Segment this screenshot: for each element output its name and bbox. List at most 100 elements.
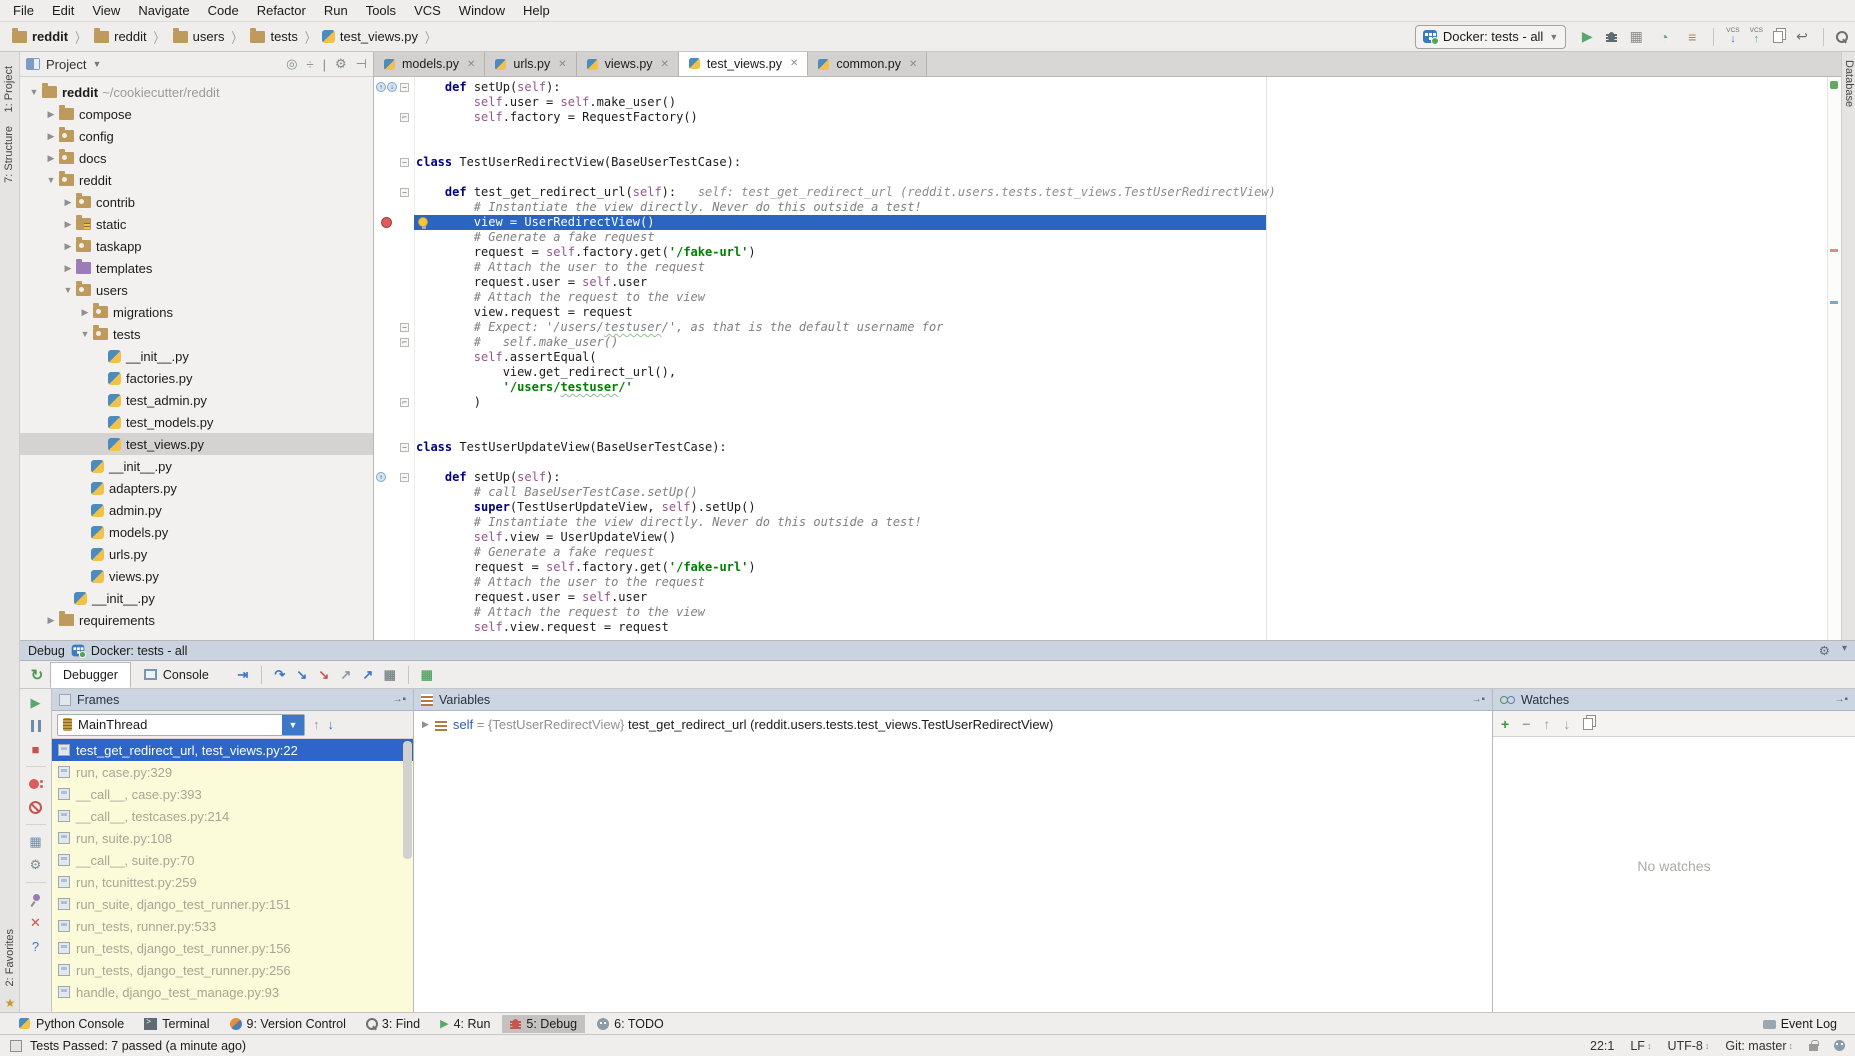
tree-item-test_models.py[interactable]: test_models.py [20, 411, 373, 433]
tree-item-__init__.py[interactable]: __init__.py [20, 455, 373, 477]
debug-tab-console[interactable]: Console [131, 662, 222, 688]
frame-item[interactable]: test_get_redirect_url, test_views.py:22 [52, 739, 413, 761]
tree-item-requirements[interactable]: ▶requirements [20, 609, 373, 631]
tree-item-docs[interactable]: ▶docs [20, 147, 373, 169]
run-configurations-button[interactable]: ≡ [1683, 28, 1701, 46]
run-configuration-select[interactable]: Docker: tests - all ▼ [1415, 25, 1566, 49]
debugger-settings-button[interactable]: ⚙ [28, 857, 44, 873]
frame-item[interactable]: __call__, suite.py:70 [52, 849, 413, 871]
tool-button-favorites[interactable]: 2: Favorites [4, 929, 16, 986]
frame-item[interactable]: handle, django_test_manage.py:93 [52, 981, 413, 1003]
frame-item[interactable]: run_suite, django_test_runner.py:151 [52, 893, 413, 915]
menu-item-code[interactable]: Code [199, 1, 248, 20]
editor-tab-common-py[interactable]: common.py✕ [808, 52, 927, 76]
tree-item-test_admin.py[interactable]: test_admin.py [20, 389, 373, 411]
editor-tab-test_views-py[interactable]: test_views.py✕ [679, 52, 808, 76]
duplicate-watch-button[interactable] [1583, 718, 1593, 730]
breadcrumb-item[interactable]: tests [246, 27, 299, 46]
hide-icon[interactable]: ▾ [1842, 643, 1847, 658]
recent-changes-button[interactable] [1773, 31, 1783, 43]
overridden-method-icon[interactable]: ↓ [387, 82, 397, 92]
intention-bulb-icon[interactable] [418, 217, 428, 227]
lock-icon[interactable] [1809, 1044, 1818, 1051]
run-button[interactable]: ▶ [1578, 28, 1596, 46]
fold-marker[interactable]: − [400, 83, 409, 92]
pause-button[interactable] [28, 718, 44, 734]
code-line[interactable]: view = UserRedirectView() [374, 215, 1841, 230]
toolwindow-button-3-find[interactable]: 3: Find [358, 1015, 428, 1033]
fold-marker[interactable]: − [400, 323, 409, 332]
gear-icon[interactable]: ⚙ [1819, 643, 1830, 658]
expand-arrow-icon[interactable]: ▶ [422, 719, 429, 730]
close-icon[interactable]: ✕ [790, 58, 798, 69]
toolwindow-button-event-log[interactable]: Event Log [1755, 1015, 1845, 1033]
mute-breakpoints-button[interactable] [28, 799, 44, 815]
menu-item-view[interactable]: View [83, 1, 129, 20]
view-breakpoints-button[interactable] [28, 776, 44, 792]
fold-end-marker[interactable]: ⌐ [400, 113, 409, 122]
tree-item-adapters.py[interactable]: adapters.py [20, 477, 373, 499]
settings-layout-button[interactable]: ▦ [416, 667, 438, 683]
menu-item-tools[interactable]: Tools [357, 1, 405, 20]
tree-item-__init__.py[interactable]: __init__.py [20, 587, 373, 609]
error-stripe-mark[interactable] [1830, 249, 1838, 252]
fold-marker[interactable]: − [400, 443, 409, 452]
close-button[interactable]: ✕ [28, 915, 44, 931]
search-everywhere-button[interactable] [1836, 31, 1847, 42]
tree-item-taskapp[interactable]: ▶taskapp [20, 235, 373, 257]
caret-position[interactable]: 22:1 [1590, 1039, 1614, 1053]
menu-item-refactor[interactable]: Refactor [248, 1, 315, 20]
line-ending-select[interactable]: LF↕ [1630, 1039, 1651, 1053]
toolwindow-button-5-debug[interactable]: 5: Debug [502, 1015, 585, 1033]
breadcrumb-item[interactable]: reddit [8, 27, 70, 46]
tree-item-contrib[interactable]: ▶contrib [20, 191, 373, 213]
frame-item[interactable]: run, tcunittest.py:259 [52, 871, 413, 893]
thread-selector[interactable]: MainThread ▼ [57, 714, 305, 736]
frame-item[interactable]: run_tests, django_test_runner.py:256 [52, 959, 413, 981]
menu-item-run[interactable]: Run [315, 1, 357, 20]
toolwindow-toggle-icon[interactable] [10, 1040, 22, 1052]
variable-row[interactable]: ▶ self = {TestUserRedirectView} test_get… [414, 711, 1492, 738]
highlighting-level-icon[interactable] [1834, 1040, 1845, 1051]
tree-item-models.py[interactable]: models.py [20, 521, 373, 543]
tree-item-users[interactable]: ▼users [20, 279, 373, 301]
project-panel-title[interactable]: Project [46, 57, 86, 72]
fold-end-marker[interactable]: ⌐ [400, 338, 409, 347]
chevron-down-icon[interactable]: ▼ [282, 715, 304, 735]
resume-button[interactable]: ▶ [28, 695, 44, 711]
frame-item[interactable]: run, suite.py:108 [52, 827, 413, 849]
editor-tab-models-py[interactable]: models.py✕ [374, 52, 485, 76]
debug-button[interactable] [1606, 30, 1617, 43]
run-with-coverage-button[interactable]: ▦ [1627, 28, 1645, 46]
tree-item-templates[interactable]: ▶templates [20, 257, 373, 279]
step-out-button[interactable]: ↗ [335, 667, 357, 683]
stop-button[interactable]: ■ [28, 741, 44, 757]
step-into-button[interactable]: ↘ [291, 667, 313, 683]
revert-button[interactable]: ↩ [1793, 28, 1811, 46]
fold-marker[interactable]: − [400, 188, 409, 197]
caret-stripe-mark[interactable] [1830, 301, 1838, 304]
hide-panel-icon[interactable]: →▪ [392, 694, 406, 705]
force-step-into-button[interactable]: ↘ [313, 667, 335, 683]
menu-item-edit[interactable]: Edit [43, 1, 83, 20]
add-watch-button[interactable]: + [1501, 716, 1509, 732]
evaluate-expression-button[interactable]: ▦ [379, 667, 401, 683]
fold-end-marker[interactable]: ⌐ [400, 398, 409, 407]
vcs-update-button[interactable]: VCS↓ [1726, 28, 1739, 45]
editor-tab-urls-py[interactable]: urls.py✕ [485, 52, 576, 76]
debug-tab-debugger[interactable]: Debugger [50, 662, 131, 688]
rerun-icon[interactable]: ↻ [24, 666, 50, 684]
tree-item-reddit[interactable]: ▼reddit ~/cookiecutter/reddit [20, 81, 373, 103]
help-button[interactable]: ? [28, 938, 44, 954]
close-icon[interactable]: ✕ [558, 59, 566, 70]
toolwindow-button-9-version-control[interactable]: 9: Version Control [222, 1015, 354, 1033]
editor-scrollbar[interactable] [1827, 77, 1841, 640]
tree-item-migrations[interactable]: ▶migrations [20, 301, 373, 323]
hide-panel-icon[interactable]: →▪ [1471, 694, 1485, 705]
editor-content[interactable]: ↑↓− def setUp(self): self.user = self.ma… [374, 77, 1841, 640]
hide-panel-button[interactable]: ⊣ [356, 56, 367, 72]
settings-button[interactable]: ⚙ [335, 56, 347, 72]
collapse-all-button[interactable]: ÷ [306, 57, 313, 72]
inspection-status-icon[interactable] [1830, 81, 1838, 89]
move-watch-down-button[interactable]: ↓ [1563, 716, 1570, 732]
